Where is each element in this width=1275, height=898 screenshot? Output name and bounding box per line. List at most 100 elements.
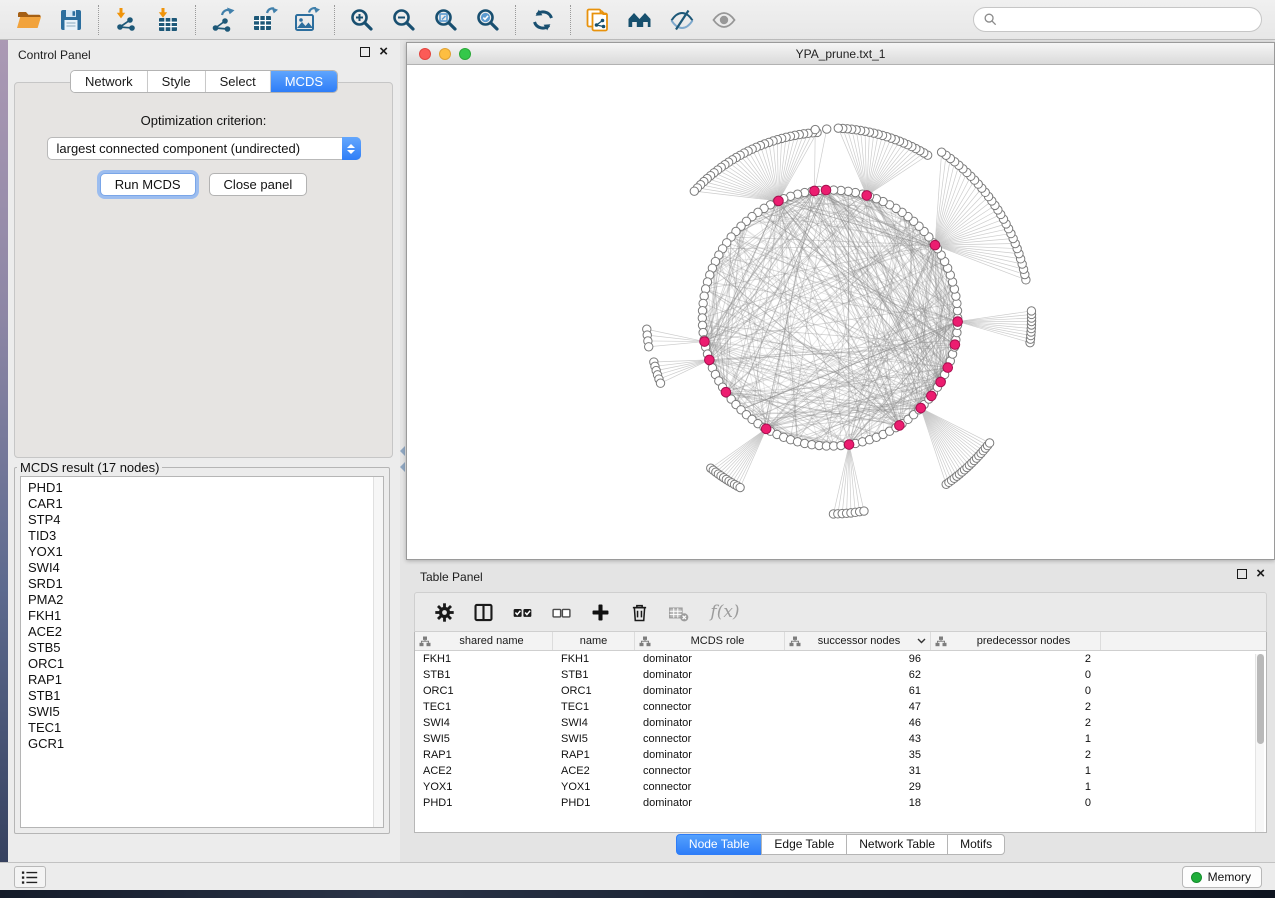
table-row[interactable]: ACE2ACE2connector311 <box>415 763 1266 779</box>
sort-desc-icon <box>917 638 926 644</box>
mcds-list-item[interactable]: SWI5 <box>28 704 383 720</box>
table-row[interactable]: YOX1YOX1connector291 <box>415 779 1266 795</box>
first-neighbors-button[interactable] <box>619 2 661 38</box>
mcds-list-item[interactable]: SWI4 <box>28 560 383 576</box>
table-cell: 31 <box>785 763 931 779</box>
mcds-list-item[interactable]: STB1 <box>28 688 383 704</box>
add-row-button[interactable] <box>585 596 615 628</box>
deselect-all-button[interactable] <box>546 596 576 628</box>
column-header-predecessor-nodes[interactable]: predecessor nodes <box>931 632 1101 650</box>
table-row[interactable]: ORC1ORC1dominator610 <box>415 683 1266 699</box>
tab-select[interactable]: Select <box>205 71 270 92</box>
table-cell: 47 <box>785 699 931 715</box>
memory-button[interactable]: Memory <box>1182 866 1262 888</box>
zoom-fit-button[interactable] <box>425 2 467 38</box>
clone-network-button[interactable] <box>577 2 619 38</box>
table-row[interactable]: FKH1FKH1dominator962 <box>415 651 1266 667</box>
hide-selected-button[interactable] <box>661 2 703 38</box>
mcds-list-item[interactable]: STP4 <box>28 512 383 528</box>
fx-button[interactable]: f(x) <box>702 596 748 628</box>
tab-mcds[interactable]: MCDS <box>270 71 337 92</box>
table-row[interactable]: RAP1RAP1dominator352 <box>415 747 1266 763</box>
mcds-list-item[interactable]: FKH1 <box>28 608 383 624</box>
column-header-MCDS-role[interactable]: MCDS role <box>635 632 785 650</box>
mcds-list-item[interactable]: RAP1 <box>28 672 383 688</box>
table-row[interactable]: SWI5SWI5connector431 <box>415 731 1266 747</box>
network-window-titlebar[interactable]: YPA_prune.txt_1 <box>407 43 1274 65</box>
export-table-icon <box>252 7 278 33</box>
close-panel-button[interactable]: Close panel <box>209 173 308 196</box>
tab-network[interactable]: Network <box>71 71 147 92</box>
mcds-list-item[interactable]: ORC1 <box>28 656 383 672</box>
tab-motifs[interactable]: Motifs <box>947 834 1005 855</box>
export-network-icon <box>210 7 236 33</box>
gear-button[interactable] <box>429 596 459 628</box>
mcds-list-item[interactable]: CAR1 <box>28 496 383 512</box>
delete-row-icon <box>628 601 651 624</box>
tab-node-table[interactable]: Node Table <box>676 834 763 855</box>
run-mcds-button[interactable]: Run MCDS <box>100 173 196 196</box>
table-panel: Table Panel × f(x) shared namenameMCDS r… <box>406 565 1275 855</box>
tab-network-table[interactable]: Network Table <box>846 834 948 855</box>
mcds-list-item[interactable]: STB5 <box>28 640 383 656</box>
columns-button[interactable] <box>468 596 498 628</box>
desktop-wallpaper-bottom <box>0 890 1275 898</box>
import-network-button[interactable] <box>105 2 147 38</box>
table-row[interactable]: SWI4SWI4dominator462 <box>415 715 1266 731</box>
column-header-shared-name[interactable]: shared name <box>415 632 553 650</box>
toolbar-separator <box>195 5 196 35</box>
table-row[interactable]: PHD1PHD1dominator180 <box>415 795 1266 811</box>
criterion-select[interactable]: largest connected component (undirected) <box>47 137 361 160</box>
close-panel-icon[interactable]: × <box>379 47 388 57</box>
mcds-list-item[interactable]: YOX1 <box>28 544 383 560</box>
network-view[interactable] <box>407 65 1274 559</box>
save-session-button[interactable] <box>50 2 92 38</box>
refresh-button[interactable] <box>522 2 564 38</box>
export-network-button[interactable] <box>202 2 244 38</box>
mcds-list-item[interactable]: TID3 <box>28 528 383 544</box>
table-row[interactable]: STB1STB1dominator620 <box>415 667 1266 683</box>
delete-table-button[interactable] <box>663 596 693 628</box>
table-scrollbar-thumb[interactable] <box>1257 654 1264 744</box>
toolbar-separator <box>570 5 571 35</box>
delete-row-button[interactable] <box>624 596 654 628</box>
export-image-button[interactable] <box>286 2 328 38</box>
open-session-icon <box>16 7 42 33</box>
mcds-list-item[interactable]: ACE2 <box>28 624 383 640</box>
float-panel-icon[interactable] <box>360 47 370 57</box>
zoom-in-button[interactable] <box>341 2 383 38</box>
zoom-fit-icon <box>433 7 459 33</box>
table-cell: STB1 <box>553 667 635 683</box>
float-table-panel-icon[interactable] <box>1237 569 1247 579</box>
mcds-list-scrollbar[interactable] <box>373 477 383 827</box>
table-cell: 2 <box>931 699 1101 715</box>
export-table-button[interactable] <box>244 2 286 38</box>
mcds-list-item[interactable]: GCR1 <box>28 736 383 752</box>
table-scrollbar[interactable] <box>1255 654 1264 833</box>
import-table-button[interactable] <box>147 2 189 38</box>
tab-edge-table[interactable]: Edge Table <box>761 834 847 855</box>
control-panel-title: Control Panel <box>18 48 91 62</box>
table-tabs: Node Table Edge Table Network Table Moti… <box>406 834 1275 855</box>
show-all-button[interactable] <box>703 2 745 38</box>
table-row[interactable]: TEC1TEC1connector472 <box>415 699 1266 715</box>
table-cell: 1 <box>931 779 1101 795</box>
table-cell: dominator <box>635 651 785 667</box>
mcds-list-item[interactable]: PHD1 <box>28 480 383 496</box>
mcds-result-list[interactable]: PHD1CAR1STP4TID3YOX1SWI4SRD1PMA2FKH1ACE2… <box>20 476 384 828</box>
tab-style[interactable]: Style <box>147 71 205 92</box>
zoom-out-button[interactable] <box>383 2 425 38</box>
zoom-selected-button[interactable] <box>467 2 509 38</box>
select-all-button[interactable] <box>507 596 537 628</box>
close-table-panel-icon[interactable]: × <box>1256 569 1265 579</box>
column-header-name[interactable]: name <box>553 632 635 650</box>
mcds-list-item[interactable]: TEC1 <box>28 720 383 736</box>
table-cell: ACE2 <box>415 763 553 779</box>
column-header-successor-nodes[interactable]: successor nodes <box>785 632 931 650</box>
task-history-button[interactable] <box>14 866 46 888</box>
table-cell: FKH1 <box>415 651 553 667</box>
open-session-button[interactable] <box>8 2 50 38</box>
mcds-list-item[interactable]: SRD1 <box>28 576 383 592</box>
mcds-list-item[interactable]: PMA2 <box>28 592 383 608</box>
search-input[interactable] <box>1003 13 1252 27</box>
